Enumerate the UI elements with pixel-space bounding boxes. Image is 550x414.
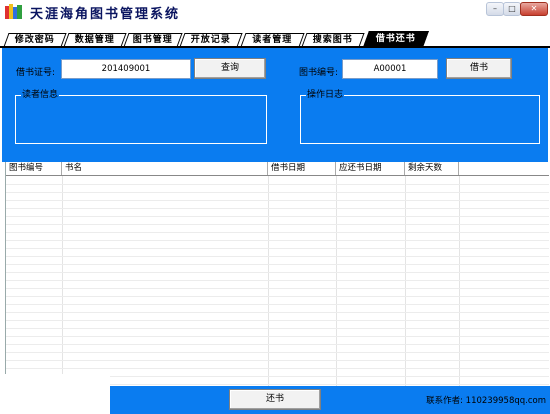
- row-divider: [6, 232, 549, 233]
- row-divider: [6, 192, 549, 193]
- window-title: 天涯海角图书管理系统: [30, 7, 181, 22]
- reader-info-title: 读者信息: [21, 89, 60, 101]
- minimize-button[interactable]: –: [486, 2, 504, 16]
- maximize-button[interactable]: □: [503, 2, 521, 16]
- row-divider: [6, 368, 549, 369]
- row-divider: [6, 184, 549, 185]
- row-divider: [6, 360, 549, 361]
- tab-borrow-return[interactable]: 借书还书: [363, 31, 429, 47]
- tab-reader-management[interactable]: 读者管理: [240, 33, 305, 47]
- column-header-days-left[interactable]: 剩余天数: [405, 162, 459, 175]
- return-book-button[interactable]: 还书: [229, 389, 321, 410]
- tab-book-management[interactable]: 图书管理: [123, 33, 183, 47]
- row-divider: [6, 320, 549, 321]
- borrow-button[interactable]: 借书: [446, 58, 512, 79]
- row-divider: [6, 288, 549, 289]
- column-header-book-id[interactable]: 图书编号: [6, 162, 62, 175]
- tab-data-management[interactable]: 数据管理: [63, 33, 127, 47]
- row-divider: [6, 304, 549, 305]
- books-icon: [5, 4, 22, 19]
- row-divider: [6, 296, 549, 297]
- table-header: 图书编号 书名 借书日期 应还书日期 剩余天数: [6, 162, 549, 176]
- row-divider: [6, 264, 549, 265]
- query-button[interactable]: 查询: [194, 58, 266, 79]
- title-bar: 天涯海角图书管理系统 – □ ✕: [0, 0, 550, 22]
- row-divider: [6, 240, 549, 241]
- row-divider: [6, 280, 549, 281]
- tab-open-records[interactable]: 开放记录: [179, 33, 243, 47]
- row-divider: [6, 200, 549, 201]
- operation-log-title: 操作日志: [306, 89, 345, 101]
- row-divider: [6, 216, 549, 217]
- row-divider: [6, 352, 549, 353]
- row-divider: [6, 248, 549, 249]
- tab-search-books[interactable]: 搜索图书: [301, 33, 365, 47]
- row-divider: [6, 272, 549, 273]
- row-divider: [6, 256, 549, 257]
- borrow-panel: 借书证号: 201409001 查询 图书编号: A00001 借书 读者信息 …: [2, 48, 548, 162]
- book-number-input[interactable]: A00001: [342, 59, 438, 79]
- operation-log-group: 操作日志: [300, 89, 540, 144]
- author-contact: 联系作者: 110239958qq.com: [426, 396, 546, 406]
- borrow-records-table[interactable]: 图书编号 书名 借书日期 应还书日期 剩余天数: [5, 162, 549, 386]
- close-button[interactable]: ✕: [520, 2, 548, 16]
- column-header-due-date[interactable]: 应还书日期: [336, 162, 405, 175]
- card-number-label: 借书证号:: [16, 68, 56, 78]
- footer-bar: 还书 联系作者: 110239958qq.com: [110, 386, 550, 414]
- row-divider: [6, 328, 549, 329]
- row-divider: [6, 208, 549, 209]
- row-divider: [6, 336, 549, 337]
- book-number-label: 图书编号:: [299, 68, 339, 78]
- column-header-title[interactable]: 书名: [62, 162, 268, 175]
- reader-info-group: 读者信息: [15, 89, 267, 144]
- row-divider: [6, 344, 549, 345]
- card-number-input[interactable]: 201409001: [61, 59, 191, 79]
- row-divider: [6, 312, 549, 313]
- row-divider: [6, 224, 549, 225]
- column-header-borrow-date[interactable]: 借书日期: [268, 162, 336, 175]
- status-blank-area: [0, 374, 110, 414]
- tab-change-password[interactable]: 修改密码: [3, 33, 67, 47]
